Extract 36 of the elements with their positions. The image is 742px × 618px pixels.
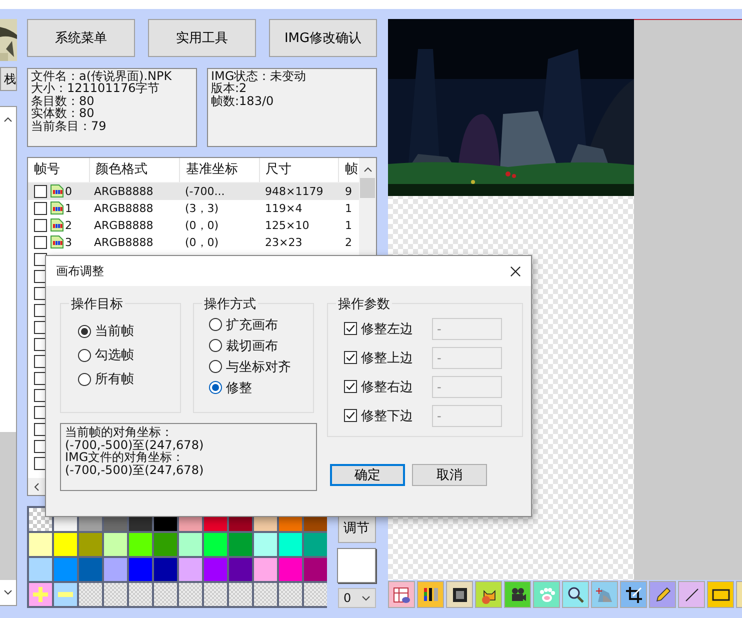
table-cell-text: (-700... <box>184 184 226 198</box>
table-cell-text: (0，0) <box>184 218 220 233</box>
table-cell-text: (3，3) <box>184 200 220 216</box>
group-title: 操作参数 <box>336 295 392 313</box>
info-text: 当前条目：79 <box>31 120 108 132</box>
table-cell-text: 9 <box>344 184 353 198</box>
info-text: 实体数：80 <box>31 107 96 120</box>
table-cell-text: 3 <box>64 236 73 249</box>
info-text: 当前帧的对角坐标： <box>65 426 174 438</box>
group-title: 操作目标 <box>69 295 125 313</box>
table-cell-text: ARGB8888 <box>93 202 154 215</box>
table-cell-text: ARGB8888 <box>93 218 154 232</box>
table-cell-text: 1 <box>344 218 353 232</box>
table-cell-text: ARGB8888 <box>93 184 154 198</box>
info-text: 文件名：a(传说界面).NPK <box>31 70 173 82</box>
table-cell-text: 0 <box>64 184 73 198</box>
info-text: IMG文件的对角坐标： <box>65 451 184 464</box>
info-text: 条目数：80 <box>31 94 96 108</box>
table-cell-text: 119×4 <box>264 202 304 215</box>
info-text: 大小：121101176字节 <box>31 82 160 95</box>
table-cell-text: 948×1179 <box>264 184 324 198</box>
table-cell-text: ARGB8888 <box>93 236 154 249</box>
table-cell-text: 1 <box>344 202 353 215</box>
info-text: (-700,-500)至(247,678) <box>65 464 205 476</box>
table-cell-text: (0，0) <box>184 234 220 250</box>
group-title: 操作方式 <box>202 295 258 313</box>
info-text: 版本:2 <box>211 82 247 95</box>
info-text: 帧数:183/0 <box>211 94 275 108</box>
info-text: (-700,-500)至(247,678) <box>65 438 205 451</box>
table-cell-text: 125×10 <box>264 218 310 232</box>
dialog-title: 画布调整 <box>56 262 104 280</box>
table-cell-text: 23×23 <box>264 236 304 249</box>
table-cell-text: 2 <box>344 236 353 249</box>
table-cell-text: 2 <box>64 218 73 232</box>
table-cell-text: 1 <box>64 202 73 215</box>
info-text: IMG状态：未变动 <box>211 70 308 82</box>
